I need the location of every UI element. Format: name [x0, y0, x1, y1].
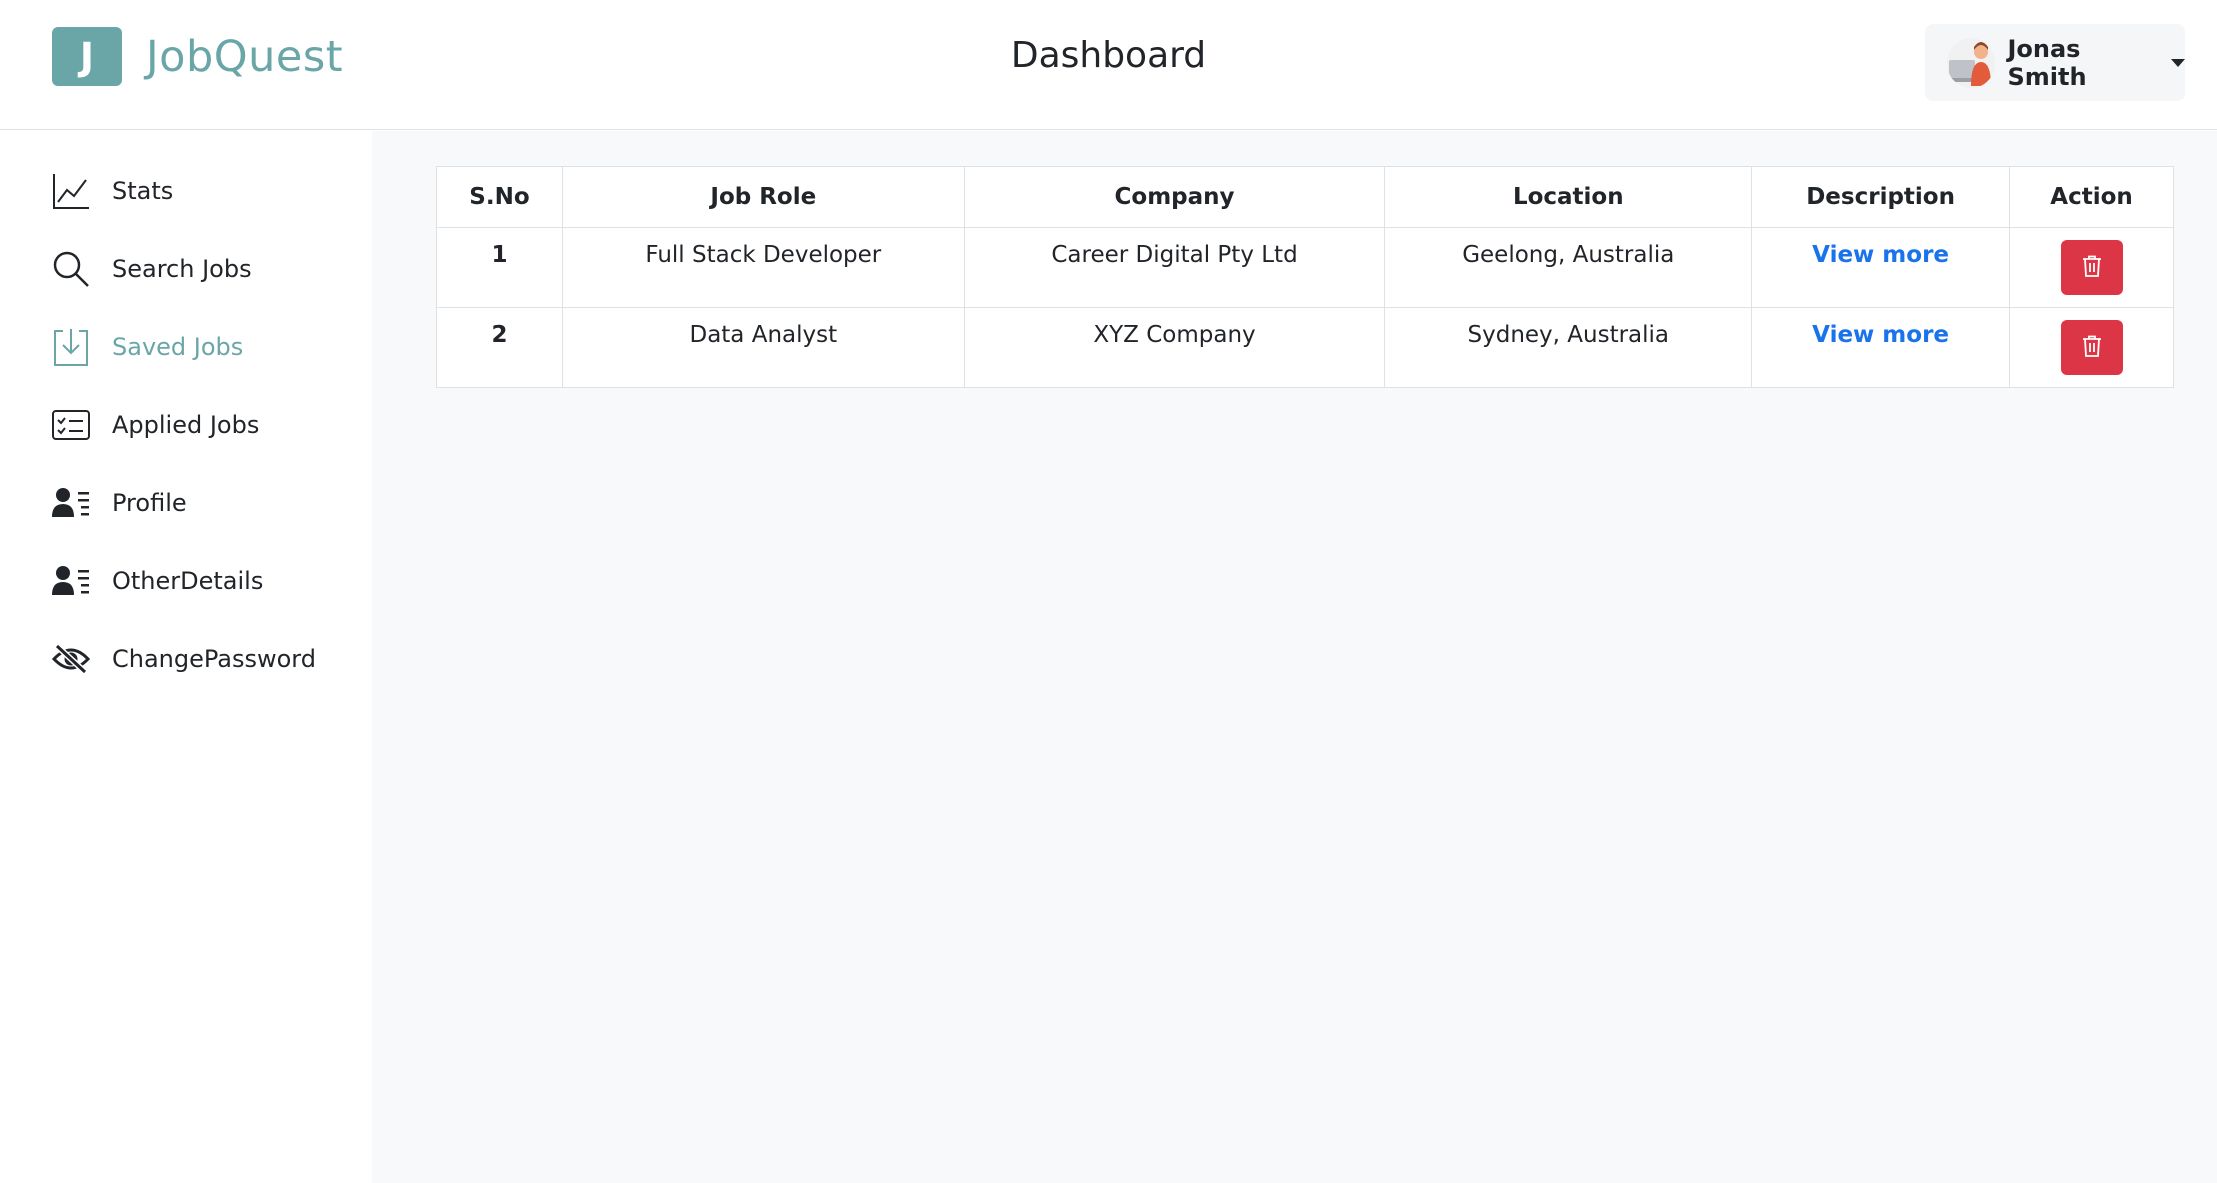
cell-sno: 1: [436, 227, 563, 308]
cell-location: Geelong, Australia: [1384, 227, 1753, 308]
top-header: J JobQuest Dashboard Jonas Smith: [0, 0, 2217, 130]
sidebar-item-saved-jobs[interactable]: Saved Jobs: [52, 327, 243, 367]
checklist-icon: [52, 405, 90, 445]
view-more-link[interactable]: View more: [1812, 242, 1949, 268]
line-chart-icon: [52, 171, 90, 211]
chevron-down-icon: [2171, 58, 2185, 67]
saved-jobs-table: S.No Job Role Company Location Descripti…: [436, 166, 2174, 388]
sidebar-item-label: ChangePassword: [112, 645, 316, 673]
user-menu-dropdown[interactable]: Jonas Smith: [1925, 24, 2185, 101]
cell-company: Career Digital Pty Ltd: [963, 227, 1386, 308]
cell-action: [2009, 227, 2174, 308]
column-header: S.No: [436, 166, 563, 228]
sidebar-item-other-details[interactable]: OtherDetails: [52, 561, 263, 601]
sidebar-item-label: Stats: [112, 177, 174, 205]
view-more-link[interactable]: View more: [1812, 322, 1949, 348]
cell-action: [2009, 307, 2174, 388]
cell-job-role: Data Analyst: [561, 307, 965, 388]
sidebar-item-stats[interactable]: Stats: [52, 171, 173, 211]
main-content: S.No Job Role Company Location Descripti…: [372, 131, 2217, 1183]
sidebar-item-label: Saved Jobs: [112, 333, 244, 361]
delete-button[interactable]: [2060, 240, 2123, 295]
cell-description: View more: [1751, 227, 2011, 308]
eye-slash-icon: [52, 639, 90, 679]
sidebar: Stats Search Jobs Saved Jobs Applied Job…: [0, 131, 372, 1183]
sidebar-item-search-jobs[interactable]: Search Jobs: [52, 249, 252, 289]
column-header: Location: [1384, 166, 1753, 228]
page-title: Dashboard: [1010, 35, 1207, 76]
delete-button[interactable]: [2060, 320, 2123, 375]
table-row: 2 Data Analyst XYZ Company Sydney, Austr…: [436, 307, 2174, 388]
column-header: Description: [1751, 166, 2011, 228]
column-header: Job Role: [561, 166, 965, 228]
user-name: Jonas Smith: [2007, 34, 2087, 91]
sidebar-item-change-password[interactable]: ChangePassword: [52, 639, 316, 679]
table-row: 1 Full Stack Developer Career Digital Pt…: [436, 227, 2174, 308]
sidebar-item-profile[interactable]: Profile: [52, 483, 187, 523]
trash-icon: [2082, 255, 2102, 280]
sidebar-item-applied-jobs[interactable]: Applied Jobs: [52, 405, 259, 445]
cell-job-role: Full Stack Developer: [561, 227, 965, 308]
sidebar-item-label: Search Jobs: [112, 255, 252, 283]
column-header: Company: [963, 166, 1386, 228]
cell-description: View more: [1751, 307, 2011, 388]
sidebar-item-label: Applied Jobs: [112, 411, 260, 439]
avatar: [1947, 37, 1996, 88]
trash-icon: [2082, 335, 2102, 360]
cell-sno: 2: [436, 307, 563, 388]
person-lines-icon: [52, 561, 90, 601]
table-header-row: S.No Job Role Company Location Descripti…: [436, 166, 2174, 228]
download-box-icon: [52, 327, 90, 367]
cell-company: XYZ Company: [963, 307, 1386, 388]
sidebar-item-label: Profile: [112, 489, 187, 517]
person-lines-icon: [52, 483, 90, 523]
search-icon: [52, 249, 90, 289]
cell-location: Sydney, Australia: [1384, 307, 1753, 388]
sidebar-item-label: OtherDetails: [112, 567, 264, 595]
column-header: Action: [2009, 166, 2174, 228]
